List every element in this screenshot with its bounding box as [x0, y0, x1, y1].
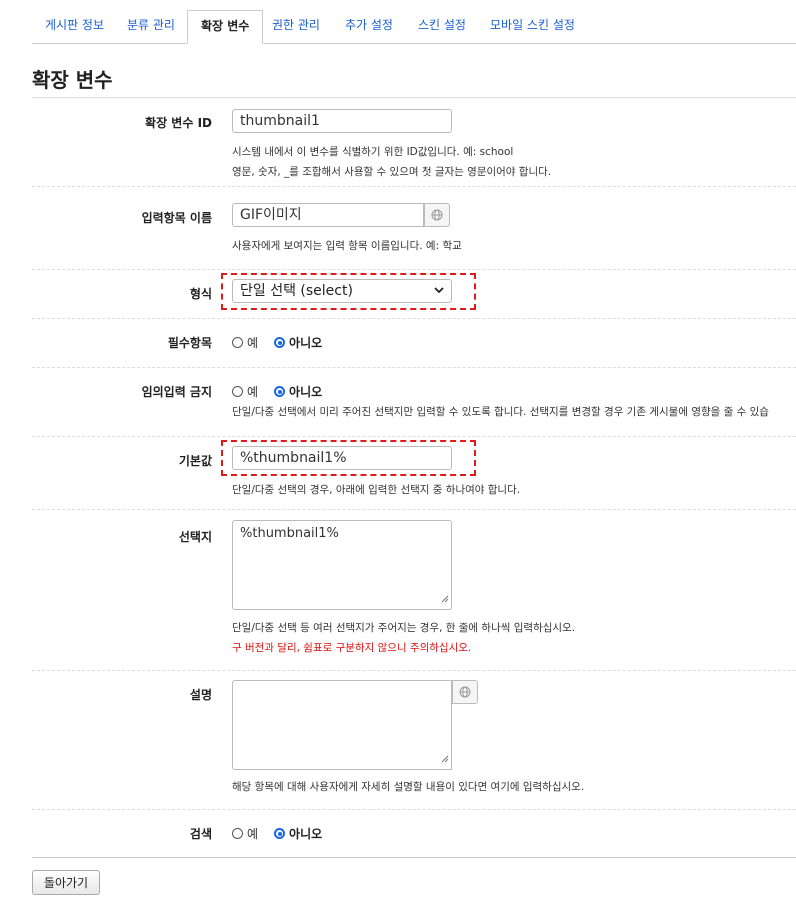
row-divider	[32, 186, 796, 187]
tab-board-info[interactable]: 게시판 정보	[32, 10, 117, 43]
options-help: 단일/다중 선택 등 여러 선택지가 주어지는 경우, 한 줄에 하나씩 입력하…	[232, 622, 576, 634]
row-divider	[32, 367, 796, 368]
options-label: 선택지	[178, 530, 212, 544]
tab-skin-settings[interactable]: 스킨 설정	[405, 10, 479, 43]
default-label: 기본값	[178, 454, 212, 468]
row-divider	[32, 857, 796, 858]
var-id-help-2: 영문, 숫자, _를 조합해서 사용할 수 있으며 첫 글자는 영문이어야 합니…	[232, 166, 552, 178]
row-divider	[32, 509, 796, 510]
options-warning: 구 버전과 달리, 쉼표로 구분하지 않으니 주의하십시오.	[232, 642, 472, 654]
required-label: 필수항목	[167, 336, 212, 350]
tab-extra-vars[interactable]: 확장 변수	[187, 10, 264, 44]
radio-label: 예	[247, 385, 259, 399]
radio-circle-checked	[274, 828, 286, 839]
default-help: 단일/다중 선택의 경우, 아래에 입력한 선택지 중 하나여야 합니다.	[232, 484, 521, 496]
tab-permissions[interactable]: 권한 관리	[259, 10, 333, 43]
tab-category[interactable]: 분류 관리	[114, 10, 188, 43]
no-free-input-help: 단일/다중 선택에서 미리 주어진 선택지만 입력할 수 있도록 합니다. 선택…	[232, 406, 769, 418]
radio-label: 예	[247, 336, 259, 350]
back-button[interactable]: 돌아가기	[32, 870, 100, 895]
options-textarea[interactable]: %thumbnail1%	[232, 520, 452, 610]
radio-circle	[232, 337, 243, 348]
var-id-input[interactable]: thumbnail1	[232, 109, 452, 133]
row-divider	[32, 809, 796, 810]
radio-circle	[232, 828, 243, 839]
radio-label: 아니오	[289, 336, 323, 350]
no-free-input-no-radio[interactable]: 아니오	[274, 383, 322, 400]
required-yes-radio[interactable]: 예	[232, 334, 258, 351]
radio-circle-checked	[274, 337, 286, 348]
tab-bar: 게시판 정보 분류 관리 확장 변수 권한 관리 추가 설정 스킨 설정 모바일…	[32, 10, 796, 44]
no-free-input-radio-group: 예 아니오	[232, 383, 338, 400]
input-name-input[interactable]: GIF이미지	[232, 203, 424, 227]
chevron-down-icon	[433, 283, 445, 302]
description-label: 설명	[189, 688, 212, 702]
row-divider	[32, 436, 796, 437]
language-button[interactable]	[424, 203, 450, 227]
description-textarea[interactable]	[232, 680, 452, 770]
row-divider	[32, 269, 796, 270]
tab-mobile-skin-settings[interactable]: 모바일 스킨 설정	[477, 10, 588, 43]
required-radio-group: 예 아니오	[232, 334, 338, 351]
var-id-label: 확장 변수 ID	[145, 116, 212, 130]
resize-handle-icon[interactable]	[441, 752, 449, 767]
radio-label: 아니오	[289, 385, 323, 399]
type-label: 형식	[189, 287, 212, 301]
search-yes-radio[interactable]: 예	[232, 825, 258, 842]
default-value-input[interactable]: %thumbnail1%	[232, 446, 452, 470]
search-radio-group: 예 아니오	[232, 825, 338, 842]
no-free-input-yes-radio[interactable]: 예	[232, 383, 258, 400]
row-divider	[32, 670, 796, 671]
search-no-radio[interactable]: 아니오	[274, 825, 322, 842]
options-textarea-value: %thumbnail1%	[240, 526, 339, 541]
no-free-input-label: 임의입력 금지	[141, 385, 212, 399]
input-name-help: 사용자에게 보여지는 입력 항목 이름입니다. 예: 학교	[232, 240, 462, 252]
globe-icon	[459, 686, 471, 698]
row-divider	[32, 318, 796, 319]
globe-icon	[431, 209, 443, 221]
page-title: 확장 변수	[32, 68, 113, 92]
search-label: 검색	[189, 827, 212, 841]
language-button[interactable]	[452, 680, 478, 704]
tab-additional-settings[interactable]: 추가 설정	[332, 10, 406, 43]
resize-handle-icon[interactable]	[441, 592, 449, 607]
radio-circle-checked	[274, 386, 286, 397]
radio-circle	[232, 386, 243, 397]
type-select-value: 단일 선택 (select)	[240, 283, 353, 299]
description-help: 해당 항목에 대해 사용자에게 자세히 설명할 내용이 있다면 여기에 입력하십…	[232, 781, 585, 793]
input-name-label: 입력항목 이름	[141, 211, 212, 225]
required-no-radio[interactable]: 아니오	[274, 334, 322, 351]
type-select[interactable]: 단일 선택 (select)	[232, 279, 452, 303]
radio-label: 예	[247, 827, 259, 841]
var-id-help-1: 시스템 내에서 이 변수를 식별하기 위한 ID값입니다. 예: school	[232, 146, 514, 158]
radio-label: 아니오	[289, 827, 323, 841]
